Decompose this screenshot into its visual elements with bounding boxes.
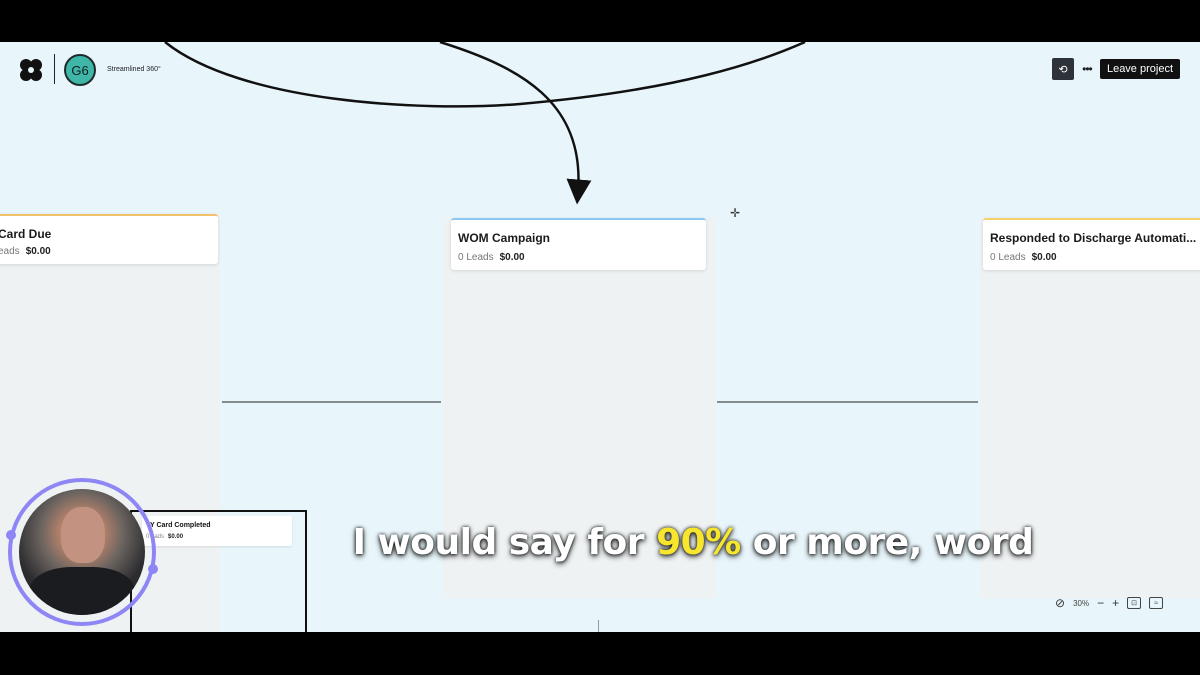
- webcam-dot-right: [148, 564, 158, 574]
- stage-meta: 0 Leads $0.00: [458, 252, 525, 263]
- letterbox-top: [0, 0, 1200, 42]
- stage-meta: 0 Leads $0.00: [990, 252, 1057, 263]
- stage-amount: $0.00: [1031, 252, 1057, 263]
- move-cursor-icon: ✛: [730, 206, 741, 220]
- header-divider: [54, 54, 55, 84]
- app-logo-icon[interactable]: [19, 58, 43, 82]
- bottom-tick: [598, 620, 599, 632]
- curved-arrow-down: [439, 42, 592, 205]
- minimap-icon[interactable]: ≈: [1149, 597, 1164, 609]
- compass-icon[interactable]: ⊘: [1055, 596, 1065, 610]
- stage-leads: 0 Leads: [458, 252, 494, 263]
- caption-highlight: 90%: [656, 522, 741, 563]
- stage-title: Card Due: [0, 227, 52, 241]
- curved-arrow-left: [164, 42, 806, 108]
- zoom-level: 30%: [1073, 598, 1090, 608]
- header-actions: ⟲ ••• Leave project: [1051, 58, 1180, 80]
- stage-title: Responded to Discharge Automati...: [990, 231, 1197, 245]
- stage-leads: 0 Leads: [990, 252, 1026, 263]
- caption-after: or more, word: [752, 522, 1034, 563]
- caption-before: I would say for: [352, 522, 645, 563]
- fit-screen-icon[interactable]: ⊡: [1127, 597, 1142, 609]
- stage-leads: eads: [0, 246, 20, 257]
- letterbox-bottom: [0, 632, 1200, 675]
- stage-card-card-due[interactable]: Card Due eads $0.00: [0, 214, 218, 264]
- subtitle-caption: I would say for 90% or more, word: [0, 522, 1200, 563]
- stage-amount: $0.00: [25, 246, 51, 257]
- stage-card-responded[interactable]: Responded to Discharge Automati... 0 Lea…: [983, 218, 1200, 270]
- leave-project-button[interactable]: Leave project: [1099, 59, 1180, 79]
- zoom-in-button[interactable]: +: [1112, 596, 1119, 610]
- stage-card-wom-campaign[interactable]: WOM Campaign 0 Leads $0.00: [451, 218, 706, 270]
- zoom-controls: ⊘ 30% − + ⊡ ≈: [1055, 596, 1164, 610]
- more-options-icon[interactable]: •••: [1080, 62, 1094, 76]
- history-icon[interactable]: ⟲: [1051, 58, 1074, 80]
- zoom-out-button[interactable]: −: [1097, 596, 1104, 610]
- avatar-initials: G6: [71, 62, 89, 78]
- avatar[interactable]: G6: [64, 54, 96, 86]
- stage-meta: eads $0.00: [0, 246, 51, 257]
- stage-amount: $0.00: [499, 252, 525, 263]
- project-name: Streamlined 360°: [107, 66, 161, 73]
- stage-title: WOM Campaign: [458, 231, 550, 245]
